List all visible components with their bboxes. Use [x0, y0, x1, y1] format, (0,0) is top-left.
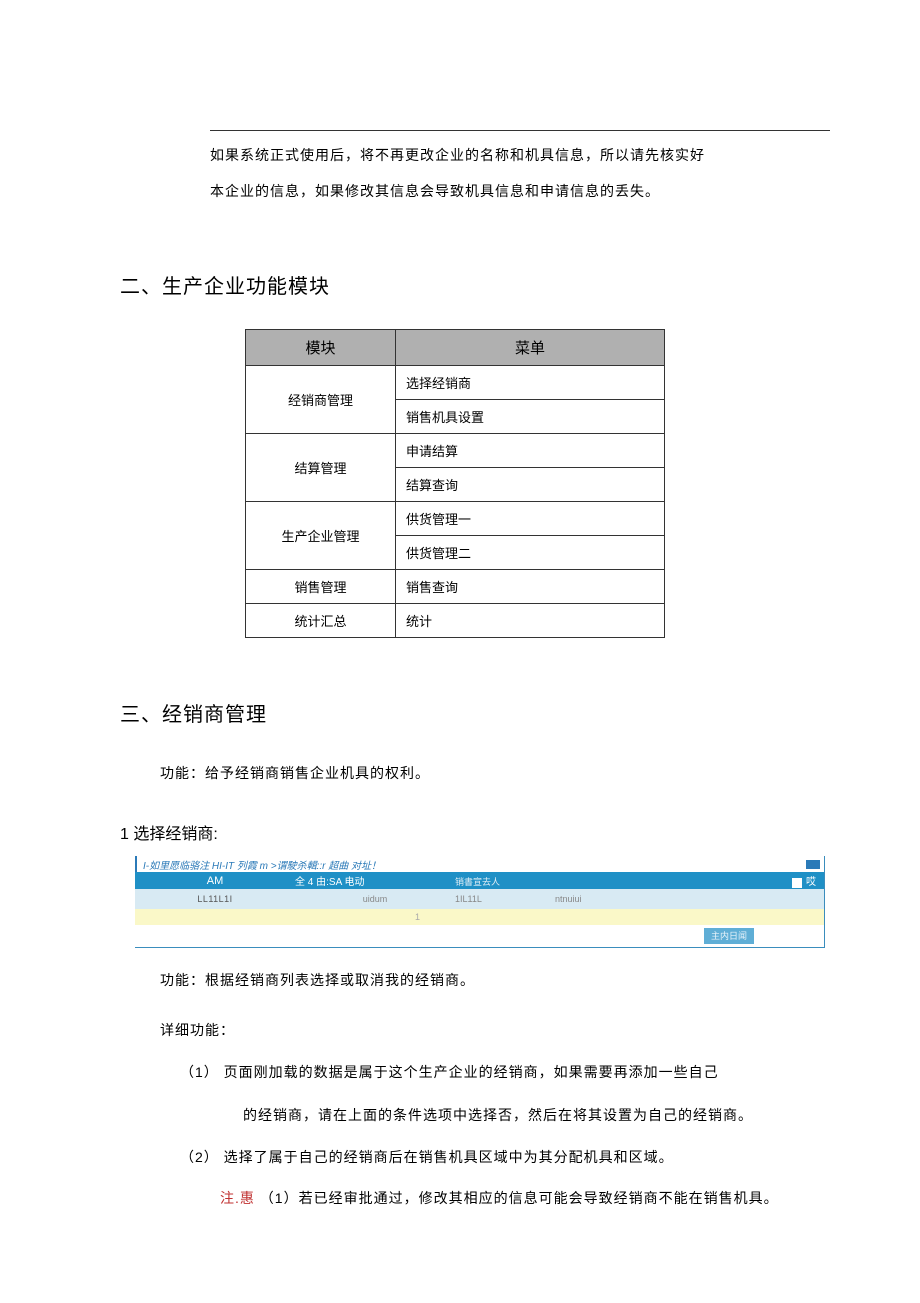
intro-line-2: 本企业的信息，如果修改其信息会导致机具信息和申请信息的丢失。 [210, 173, 900, 209]
cell-module: 结算管理 [246, 433, 396, 501]
ss-cell: 1IL11L [455, 894, 555, 904]
ss-head-end-label: 哎 [806, 877, 816, 888]
embedded-screenshot: I-如里愿临骆注 HI-IT 列霞 m >谓駛杀輯::r 超曲 对址！ AM 全… [135, 856, 825, 948]
ss-header-row: AM 全 4 由:SA 电动 销書宣去人 哎 [135, 872, 824, 889]
ss-head-c2: 全 4 由:SA 电动 [295, 873, 455, 888]
cell-module: 经销商管理 [246, 365, 396, 433]
table-row: 生产企业管理 供货管理一 [246, 501, 665, 535]
cell-menu: 供货管理一 [396, 501, 665, 535]
cell-menu: 选择经销商 [396, 365, 665, 399]
table-row: 统计汇总 统计 [246, 603, 665, 637]
ss-pager-row: 1 [135, 909, 824, 925]
ss-cell: ntnuiui [555, 894, 655, 904]
ss-head-c3: 销書宣去人 [455, 873, 625, 888]
table-row: 经销商管理 选择经销商 [246, 365, 665, 399]
divider-line [210, 130, 830, 131]
ss-breadcrumb-row: I-如里愿临骆注 HI-IT 列霞 m >谓駛杀輯::r 超曲 对址！ [135, 856, 824, 872]
detail-block: 详细功能： （1） 页面刚加载的数据是属于这个生产企业的经销商，如果需要再添加一… [160, 1014, 900, 1216]
detail-item-2: （2） 选择了属于自己的经销商后在销售机具区域中为其分配机具和区域。 [180, 1141, 900, 1175]
ss-head-end: 哎 [792, 873, 824, 888]
cell-menu: 销售查询 [396, 569, 665, 603]
cell-menu: 供货管理二 [396, 535, 665, 569]
cell-module: 统计汇总 [246, 603, 396, 637]
th-menu: 菜单 [396, 329, 665, 365]
intro-line-1: 如果系统正式使用后，将不再更改企业的名称和机具信息，所以请先核实好 [210, 137, 900, 173]
section-3-title: 三、经销商管理 [120, 698, 900, 727]
checkbox-icon[interactable] [792, 878, 802, 888]
cell-menu: 申请结算 [396, 433, 665, 467]
cell-menu: 统计 [396, 603, 665, 637]
note-text: （1）若已经审批通过，修改其相应的信息可能会导致经销商不能在销售机具。 [255, 1190, 779, 1206]
sub1-title: 1 选择经销商: [120, 820, 900, 844]
ss-cell: uidum [295, 894, 455, 904]
ss-indicator-icon [806, 860, 820, 869]
detail-item-1: （1） 页面刚加载的数据是属于这个生产企业的经销商，如果需要再添加一些自己 的经… [180, 1056, 900, 1133]
ss-breadcrumb: I-如里愿临骆注 HI-IT 列霞 m >谓駛杀輯::r 超曲 对址！ [143, 857, 806, 872]
section-3-func: 功能：给予经销商销售企业机具的权利。 [160, 757, 900, 791]
cell-menu: 销售机具设置 [396, 399, 665, 433]
after-func: 功能：根据经销商列表选择或取消我的经销商。 [160, 964, 900, 998]
detail-label: 详细功能： [160, 1014, 900, 1048]
table-row: 结算管理 申请结算 [246, 433, 665, 467]
ss-action-button[interactable]: 主内日闻 [704, 928, 754, 944]
th-module: 模块 [246, 329, 396, 365]
detail-note: 注.惠 （1）若已经审批通过，修改其相应的信息可能会导致经销商不能在销售机具。 [220, 1182, 900, 1216]
cell-module: 销售管理 [246, 569, 396, 603]
cell-menu: 结算查询 [396, 467, 665, 501]
ss-footer: 主内日闻 [135, 925, 824, 948]
ss-head-c1: AM [135, 875, 295, 887]
section-2-title: 二、生产企业功能模块 [120, 270, 900, 299]
ss-data-row: LL11L1I uidum 1IL11L ntnuiui [135, 889, 824, 909]
module-table: 模块 菜单 经销商管理 选择经销商 销售机具设置 结算管理 申请结算 结算查询 … [245, 329, 665, 638]
detail-item-1a: （1） 页面刚加载的数据是属于这个生产企业的经销商，如果需要再添加一些自己 [180, 1064, 719, 1080]
note-red-label: 注.惠 [220, 1190, 255, 1206]
ss-cell: LL11L1I [135, 894, 295, 904]
detail-item-1b: 的经销商，请在上面的条件选项中选择否，然后在将其设置为自己的经销商。 [243, 1099, 900, 1133]
table-row: 销售管理 销售查询 [246, 569, 665, 603]
cell-module: 生产企业管理 [246, 501, 396, 569]
